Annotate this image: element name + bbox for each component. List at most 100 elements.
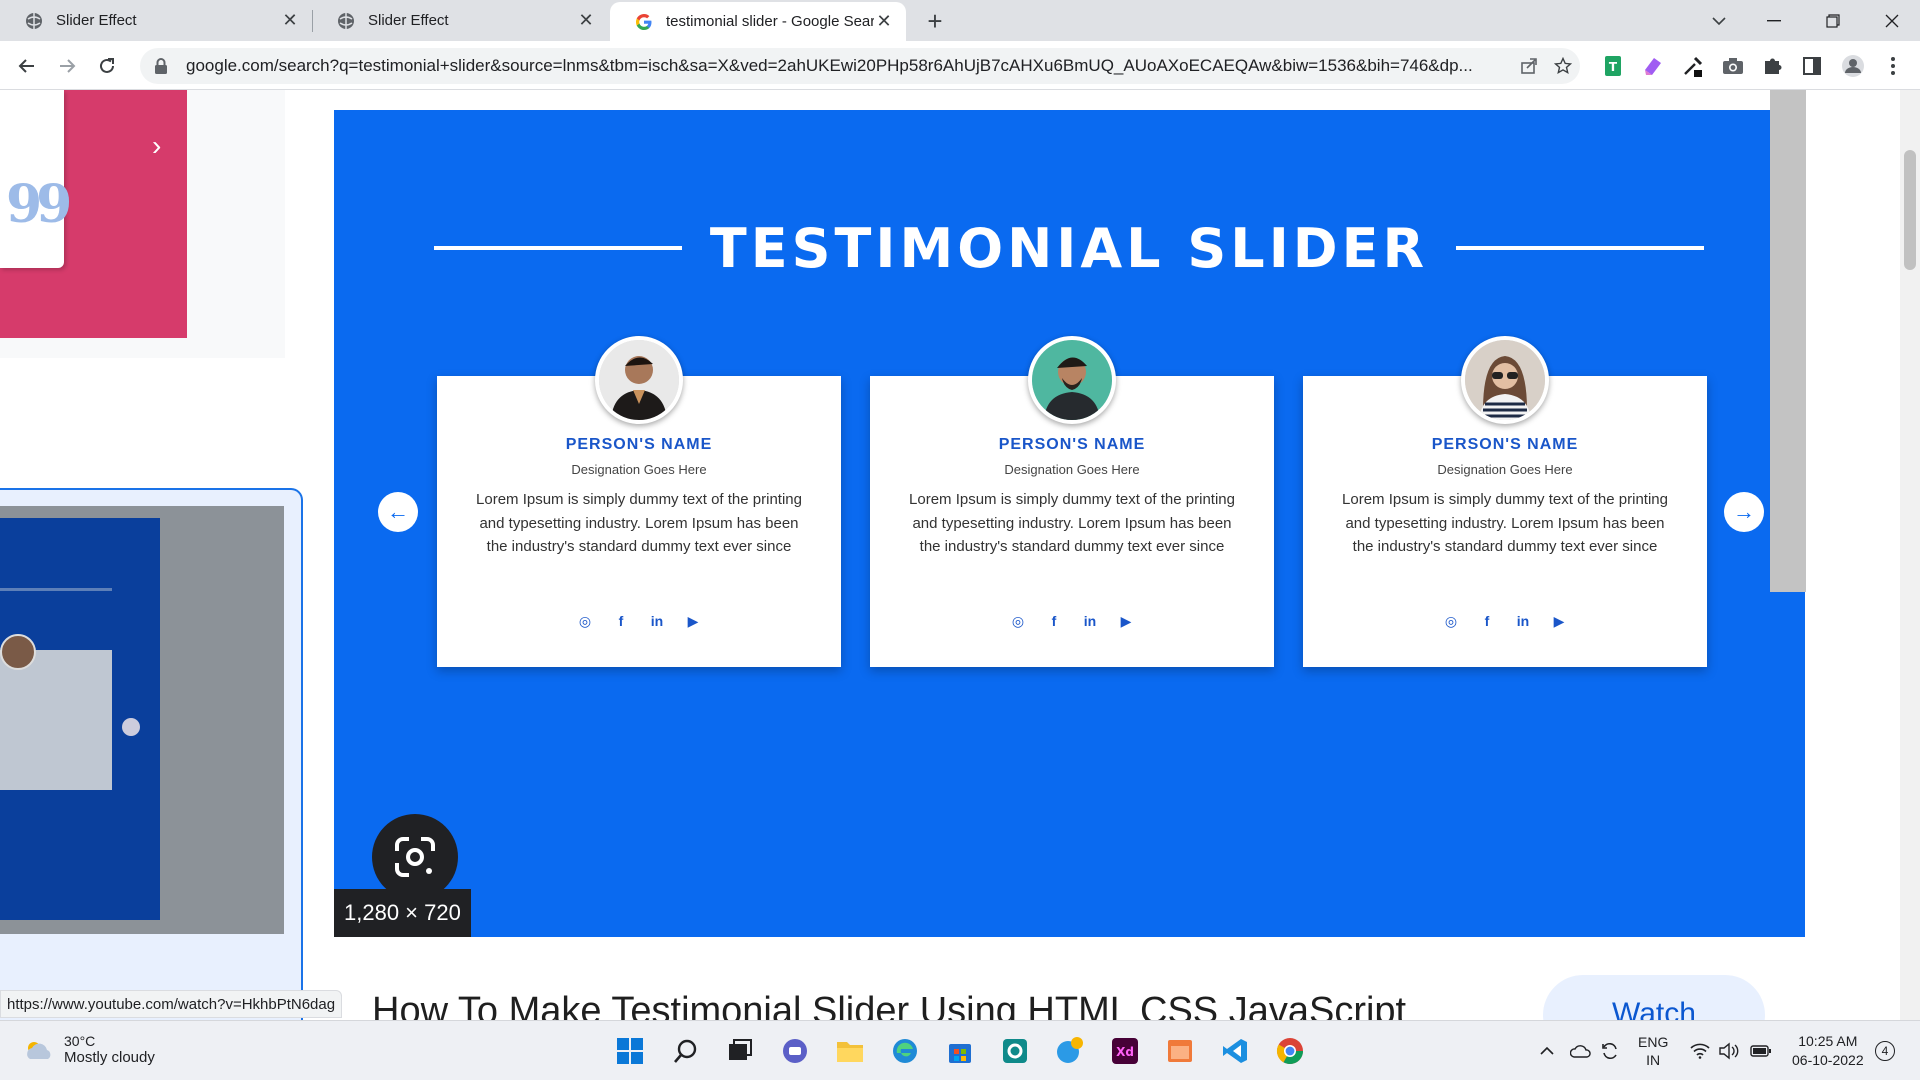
tab-title: testimonial slider - Google Search — [666, 13, 874, 30]
task-view-icon[interactable] — [720, 1031, 760, 1071]
page-content: 99 › TESTIMONIAL SLIDER ← PERSON'S NAME … — [0, 90, 1920, 1020]
person-name: PERSON'S NAME — [565, 436, 713, 453]
close-tab-icon[interactable]: ✕ — [874, 11, 894, 32]
language-indicator[interactable]: ENG IN — [1638, 1021, 1668, 1080]
edge-icon[interactable] — [885, 1031, 925, 1071]
testimonial-text: Lorem Ipsum is simply dummy text of the … — [909, 491, 1235, 555]
weather-temp: 30°C — [64, 1033, 96, 1049]
weather-widget[interactable]: 30°C Mostly cloudy — [22, 1033, 155, 1066]
close-tab-icon[interactable]: ✕ — [280, 10, 300, 31]
globe-icon — [336, 11, 356, 31]
person-name: PERSON'S NAME — [998, 436, 1146, 453]
camera-icon[interactable] — [1718, 51, 1748, 81]
avatar — [595, 336, 683, 424]
purple-extension-icon[interactable] — [1638, 51, 1668, 81]
person-name: PERSON'S NAME — [1431, 436, 1579, 453]
testimonial-text: Lorem Ipsum is simply dummy text of the … — [476, 491, 802, 555]
new-tab-button[interactable]: + — [920, 6, 950, 36]
reload-icon[interactable] — [90, 49, 124, 83]
svg-text:T: T — [1609, 60, 1618, 74]
page-scrollbar[interactable] — [1900, 90, 1920, 1020]
facebook-icon: f — [618, 613, 624, 629]
battery-icon[interactable] — [1750, 1021, 1772, 1080]
volume-icon[interactable] — [1718, 1021, 1740, 1080]
testimonial-text: Lorem Ipsum is simply dummy text of the … — [1342, 491, 1668, 555]
result-title[interactable]: How To Make Testimonial Slider Using HTM… — [372, 990, 1406, 1020]
title-line-left — [434, 246, 682, 250]
store-icon[interactable] — [940, 1031, 980, 1071]
prev-arrow-icon: ← — [378, 492, 418, 532]
svg-text:Xd: Xd — [1116, 1045, 1134, 1059]
sidepanel-icon[interactable] — [1797, 51, 1827, 81]
forward-icon[interactable] — [50, 49, 84, 83]
result-thumbnail-pink[interactable]: 99 › — [0, 90, 285, 358]
quote-icon: 99 — [6, 174, 72, 235]
lens-icon — [395, 837, 435, 877]
clock[interactable]: 10:25 AM 06-10-2022 — [1792, 1021, 1864, 1080]
avatar — [1028, 336, 1116, 424]
tab-search-icon[interactable] — [1693, 0, 1745, 41]
watch-button[interactable]: Watch — [1543, 975, 1765, 1020]
thumbnail-slider-preview — [0, 518, 160, 920]
file-explorer-icon[interactable] — [830, 1031, 870, 1071]
adobe-xd-icon[interactable]: Xd — [1105, 1031, 1145, 1071]
tab-title: Slider Effect — [368, 12, 449, 29]
teams-chat-icon[interactable] — [775, 1031, 815, 1071]
tab-strip: Slider Effect ✕ Slider Effect ✕ testimon… — [0, 0, 1920, 41]
scrollbar-thumb[interactable] — [1904, 150, 1916, 270]
menu-icon[interactable] — [1878, 51, 1908, 81]
thumbnail-image: 99 › — [0, 90, 187, 338]
tab-slider-effect-1[interactable]: Slider Effect ✕ — [0, 0, 312, 41]
minimize-icon[interactable] — [1748, 0, 1800, 41]
show-hidden-icons[interactable] — [1540, 1021, 1554, 1080]
designation: Designation Goes Here — [1004, 462, 1140, 477]
lock-icon[interactable] — [154, 57, 172, 75]
share-icon[interactable] — [1512, 49, 1546, 83]
app-orange-icon[interactable] — [1160, 1031, 1200, 1071]
thumbnail-image — [0, 506, 284, 934]
chrome-icon[interactable] — [1270, 1031, 1310, 1071]
thumbnail-card: 99 — [0, 90, 72, 268]
app-bubble-icon[interactable] — [1050, 1031, 1090, 1071]
wifi-icon[interactable] — [1690, 1021, 1710, 1080]
app-teal-icon[interactable] — [995, 1031, 1035, 1071]
next-arrow-icon: → — [1724, 492, 1764, 532]
restore-icon[interactable] — [1807, 0, 1859, 41]
close-window-icon[interactable] — [1866, 0, 1918, 41]
tab-title: Slider Effect — [56, 12, 137, 29]
panel-scrollbar[interactable] — [1770, 90, 1806, 592]
address-bar[interactable]: google.com/search?q=testimonial+slider&s… — [140, 48, 1580, 84]
notification-center[interactable]: 4 — [1875, 1021, 1895, 1080]
instagram-icon: ◎ — [578, 612, 592, 629]
title-line-right — [1456, 246, 1704, 250]
puzzle-icon[interactable] — [1758, 51, 1788, 81]
linkedin-icon: in — [1516, 613, 1530, 629]
onedrive-icon[interactable] — [1570, 1021, 1592, 1080]
tab-google-search[interactable]: testimonial slider - Google Search ✕ — [610, 2, 906, 41]
eyedropper-icon[interactable] — [1678, 51, 1708, 81]
social-links: ◎ f in ▶ — [1303, 612, 1707, 630]
slider-heading: TESTIMONIAL SLIDER — [434, 217, 1704, 280]
facebook-icon: f — [1484, 613, 1490, 629]
thumbnail-card — [0, 650, 112, 790]
back-icon[interactable] — [10, 49, 44, 83]
url-text: google.com/search?q=testimonial+slider&s… — [186, 56, 1473, 75]
star-icon[interactable] — [1546, 49, 1580, 83]
green-extension-icon[interactable]: T — [1598, 51, 1628, 81]
google-lens-button[interactable] — [372, 814, 458, 900]
windows-start-icon[interactable] — [610, 1031, 650, 1071]
browser-toolbar: google.com/search?q=testimonial+slider&s… — [0, 41, 1920, 90]
profile-icon[interactable] — [1838, 51, 1868, 81]
designation: Designation Goes Here — [571, 462, 707, 477]
search-icon[interactable] — [666, 1031, 706, 1071]
tab-slider-effect-2[interactable]: Slider Effect ✕ — [312, 0, 608, 41]
youtube-icon: ▶ — [1120, 612, 1132, 629]
social-links: ◎ f in ▶ — [870, 612, 1274, 630]
result-thumbnail-selected[interactable] — [0, 488, 303, 1020]
image-preview[interactable]: TESTIMONIAL SLIDER ← PERSON'S NAME Desig… — [334, 110, 1805, 937]
thumbnail-title-line — [0, 588, 112, 591]
close-tab-icon[interactable]: ✕ — [576, 10, 596, 31]
vscode-icon[interactable] — [1215, 1031, 1255, 1071]
clock-time: 10:25 AM — [1798, 1033, 1858, 1049]
sync-icon[interactable] — [1600, 1021, 1620, 1080]
